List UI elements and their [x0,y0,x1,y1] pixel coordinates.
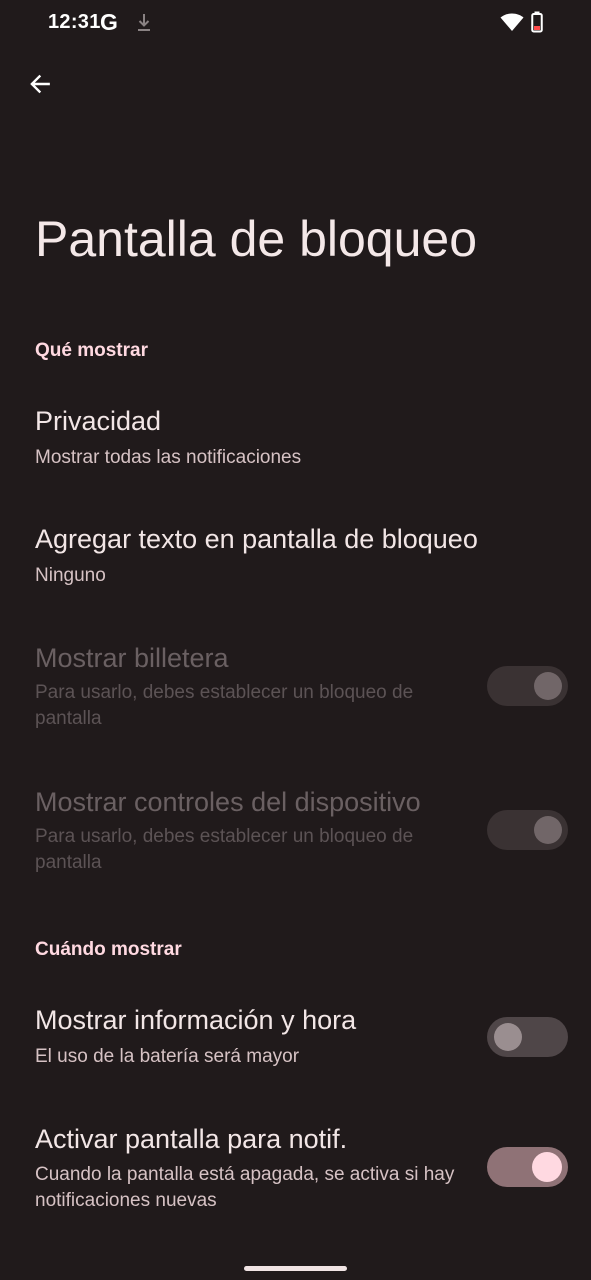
pref-summary: Ninguno [35,565,106,586]
informacion-hora-switch[interactable] [487,1017,568,1057]
pref-summary: Cuando la pantalla está apagada, se acti… [35,1164,455,1211]
pref-mostrar-informacion-hora[interactable]: Mostrar información y hora El uso de la … [0,990,591,1090]
pref-title: Mostrar información y hora [35,1005,357,1035]
pref-title: Agregar texto en pantalla de bloqueo [35,524,478,554]
pref-title: Privacidad [35,406,162,436]
status-time: 12:31 [48,11,101,33]
lock-screen-settings-page: 12:31 G Pantalla de bloqueo Qué mostrar … [0,0,591,1280]
section-header-que-mostrar: Qué mostrar [35,340,148,361]
pref-summary: El uso de la batería será mayor [35,1046,300,1067]
wifi-icon [500,13,524,31]
pref-summary: Para usarlo, debes establecer un bloqueo… [35,682,414,729]
switch-thumb [534,816,562,844]
pref-summary: Mostrar todas las notificaciones [35,447,302,468]
pref-agregar-texto[interactable]: Agregar texto en pantalla de bloqueo Nin… [0,510,591,610]
pref-privacidad[interactable]: Privacidad Mostrar todas las notificacio… [0,390,591,490]
controles-switch [487,810,568,850]
gesture-nav-bar[interactable] [244,1266,347,1271]
pref-title: Activar pantalla para notif. [35,1124,348,1154]
status-bar: 12:31 G [0,0,591,46]
pref-title: Mostrar billetera [35,643,229,673]
activar-pantalla-switch[interactable] [487,1147,568,1187]
pref-activar-pantalla-notif[interactable]: Activar pantalla para notif. Cuando la p… [0,1110,591,1230]
switch-thumb [532,1152,562,1182]
arrow-back-icon [30,74,50,94]
pref-summary: Para usarlo, debes establecer un bloqueo… [35,826,414,873]
battery-icon [531,11,543,33]
pref-title: Mostrar controles del dispositivo [35,787,421,817]
billetera-switch [487,666,568,706]
pref-mostrar-billetera: Mostrar billetera Para usarlo, debes est… [0,628,591,748]
switch-thumb [534,672,562,700]
pref-mostrar-controles: Mostrar controles del dispositivo Para u… [0,772,591,892]
google-icon: G [100,9,118,35]
switch-thumb [494,1023,522,1051]
back-button[interactable] [20,64,60,104]
download-icon [138,14,150,31]
page-title: Pantalla de bloqueo [35,211,478,267]
section-header-cuando-mostrar: Cuándo mostrar [35,939,182,960]
